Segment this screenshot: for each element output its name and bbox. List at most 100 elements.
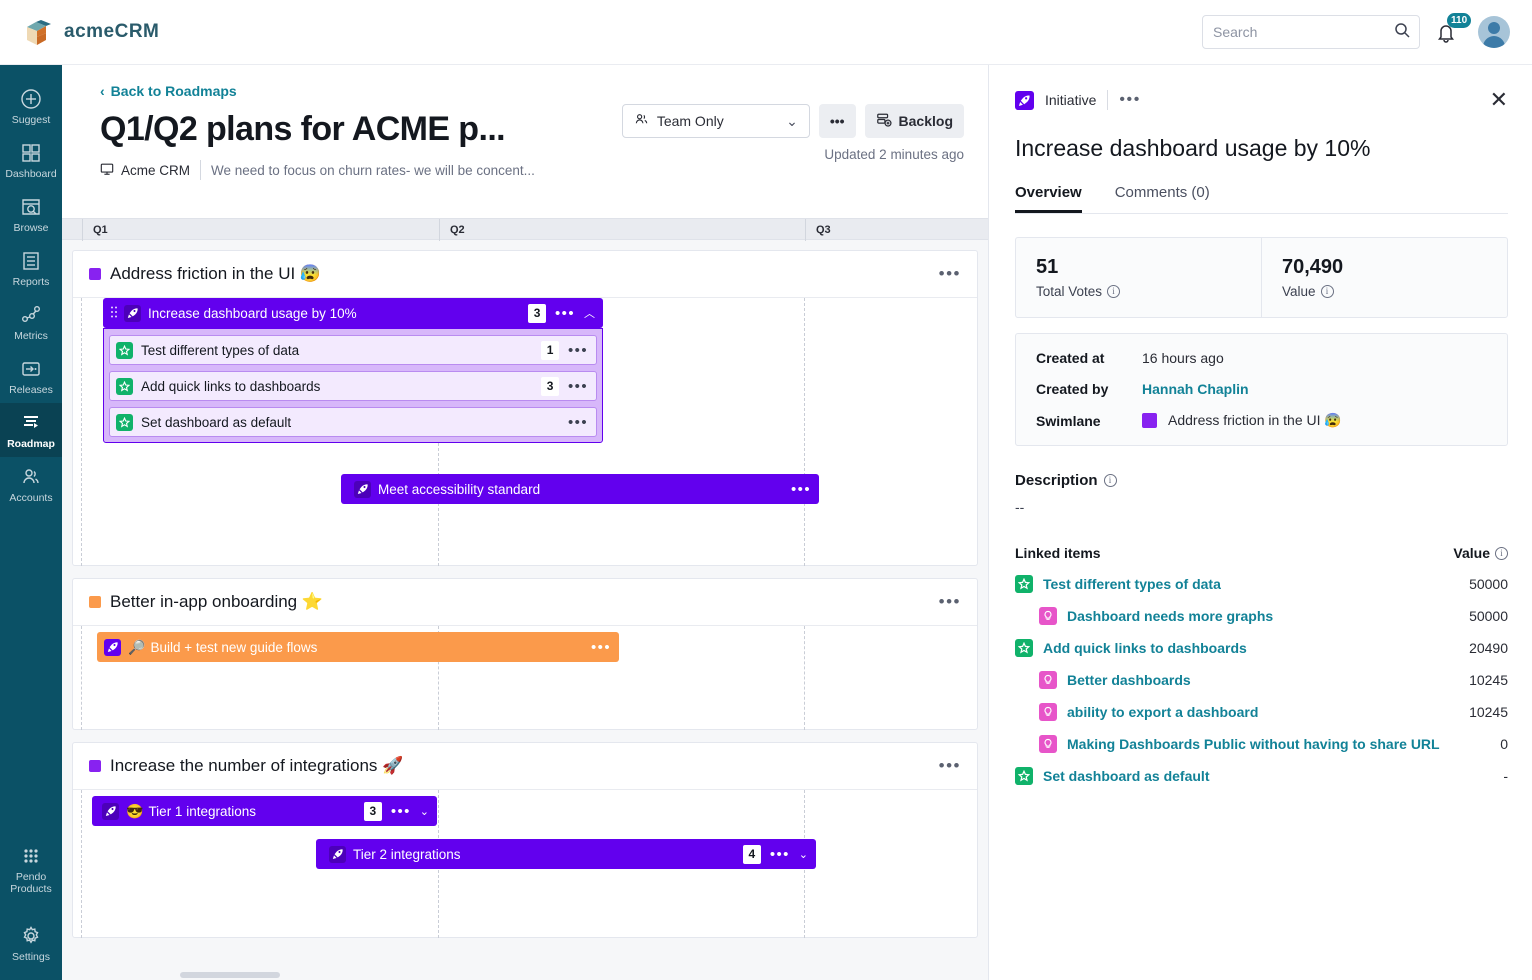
sidebar-item-dashboard[interactable]: Dashboard — [0, 133, 62, 187]
card-actions: 3 ••• ⌄ — [363, 801, 429, 821]
child-card-set-default[interactable]: Set dashboard as default ••• — [109, 407, 597, 437]
tab-overview[interactable]: Overview — [1015, 184, 1082, 213]
linked-item-row: ability to export a dashboard 10245 — [1015, 703, 1508, 721]
chevron-up-icon[interactable]: ︿ — [584, 305, 595, 321]
search-box[interactable] — [1202, 15, 1420, 49]
meta-row-created-at: Created at 16 hours ago — [1036, 350, 1487, 366]
panel-divider — [1107, 90, 1109, 110]
linked-item-name[interactable]: Dashboard needs more graphs — [1067, 608, 1273, 624]
star-icon — [116, 413, 133, 431]
sidebar-item-releases[interactable]: Releases — [0, 349, 62, 403]
sidebar-item-roadmap[interactable]: Roadmap — [0, 403, 62, 457]
card-more-icon[interactable]: ••• — [791, 481, 811, 498]
meta-value-swimlane: Address friction in the UI 😰 — [1142, 412, 1342, 429]
description-header: Description i — [1015, 472, 1508, 489]
back-to-roadmaps-link[interactable]: ‹ Back to Roadmaps — [100, 83, 237, 99]
backlog-button[interactable]: Backlog — [864, 104, 964, 138]
child-card-label: Add quick links to dashboards — [141, 378, 321, 394]
roadmap-description: We need to focus on churn rates- we will… — [211, 162, 535, 178]
sidebar-label: Roadmap — [7, 438, 55, 450]
roadmap-board: Address friction in the UI 😰 ••• Test di… — [62, 240, 988, 980]
linked-item-name[interactable]: Making Dashboards Public without having … — [1067, 736, 1440, 752]
sidebar-item-browse[interactable]: Browse — [0, 187, 62, 241]
info-icon[interactable]: i — [1107, 285, 1121, 298]
meta-value: 16 hours ago — [1142, 350, 1224, 366]
linked-item-name[interactable]: Test different types of data — [1043, 576, 1221, 592]
initiative-card-tier-2-integrations[interactable]: Tier 2 integrations 4 ••• ⌄ — [316, 839, 816, 869]
product-name: Acme CRM — [121, 162, 191, 178]
sidebar-item-accounts[interactable]: Accounts — [0, 457, 62, 511]
info-icon[interactable]: i — [1495, 546, 1508, 560]
drag-handle-icon[interactable] — [110, 305, 120, 322]
chevron-left-icon: ‹ — [100, 83, 105, 99]
sidebar-item-metrics[interactable]: Metrics — [0, 295, 62, 349]
stat-label: Value — [1282, 284, 1316, 299]
sidebar-item-reports[interactable]: Reports — [0, 241, 62, 295]
horizontal-scrollbar[interactable] — [180, 972, 280, 978]
linked-item-name[interactable]: Better dashboards — [1067, 672, 1191, 688]
monitor-icon — [100, 162, 114, 179]
card-more-icon[interactable]: ••• — [391, 803, 411, 820]
panel-more-icon[interactable]: ••• — [1119, 91, 1141, 109]
visibility-select[interactable]: Team Only ⌄ — [621, 104, 810, 138]
updated-timestamp: Updated 2 minutes ago — [824, 147, 964, 162]
linked-item-name[interactable]: ability to export a dashboard — [1067, 704, 1258, 720]
initiative-card-build-test-guide-flows[interactable]: 🔎 Build + test new guide flows ••• — [97, 632, 619, 662]
card-more-icon[interactable]: ••• — [555, 305, 575, 322]
card-label: Tier 2 integrations — [353, 846, 461, 862]
card-count-badge: 3 — [528, 303, 547, 323]
notifications-bell[interactable]: 110 — [1436, 13, 1472, 47]
gridline-q1 — [81, 298, 82, 566]
header-control-group: Team Only ⌄ ••• Backlog — [621, 104, 964, 138]
child-more-icon[interactable]: ••• — [568, 378, 588, 395]
linked-items-label: Linked items — [1015, 545, 1101, 561]
linked-item-value: 10245 — [1469, 672, 1508, 688]
people-small-icon — [634, 112, 649, 130]
subline-divider — [200, 160, 202, 180]
info-icon[interactable]: i — [1320, 285, 1334, 298]
sidebar-item-suggest[interactable]: Suggest — [0, 79, 62, 133]
linked-item-row: Test different types of data 50000 — [1015, 575, 1508, 593]
meta-row-swimlane: Swimlane Address friction in the UI 😰 — [1036, 412, 1487, 429]
child-more-icon[interactable]: ••• — [568, 414, 588, 431]
search-input[interactable] — [1213, 24, 1394, 40]
brand-logo[interactable]: acmeCRM — [22, 15, 159, 49]
card-more-icon[interactable]: ••• — [591, 639, 611, 656]
linked-item-name[interactable]: Set dashboard as default — [1043, 768, 1209, 784]
info-icon[interactable]: i — [1103, 474, 1117, 487]
child-card-test-data[interactable]: Test different types of data 1 ••• — [109, 335, 597, 365]
child-more-icon[interactable]: ••• — [568, 342, 588, 359]
initiative-card-increase-dashboard-usage[interactable]: Increase dashboard usage by 10% 3 ••• ︿ — [103, 298, 603, 328]
sidebar-item-pendo-products[interactable]: Pendo Products — [0, 836, 62, 902]
child-card-quick-links[interactable]: Add quick links to dashboards 3 ••• — [109, 371, 597, 401]
linked-item-name[interactable]: Add quick links to dashboards — [1043, 640, 1247, 656]
swimlane-more-icon[interactable]: ••• — [939, 264, 961, 284]
meta-key: Created by — [1036, 381, 1109, 397]
roadmap-icon — [20, 412, 42, 434]
child-card-label: Set dashboard as default — [141, 414, 292, 430]
sidebar-label: Reports — [12, 276, 50, 288]
close-icon[interactable]: ✕ — [1490, 89, 1508, 111]
linked-item-value: - — [1503, 768, 1508, 784]
chevron-down-icon[interactable]: ⌄ — [420, 805, 429, 818]
initiative-card-meet-accessibility-standard[interactable]: Meet accessibility standard ••• — [341, 474, 819, 504]
card-label: Tier 1 integrations — [148, 803, 256, 819]
linked-item-value: 10245 — [1469, 704, 1508, 720]
created-by-link[interactable]: Hannah Chaplin — [1142, 381, 1249, 397]
document-lines-icon — [20, 250, 42, 272]
search-icon[interactable] — [1394, 22, 1410, 43]
chevron-down-icon[interactable]: ⌄ — [799, 848, 808, 861]
roadmap-more-button[interactable]: ••• — [818, 104, 856, 138]
swimlane-more-icon[interactable]: ••• — [939, 592, 961, 612]
swimlane-color-swatch — [1142, 413, 1157, 428]
rocket-icon — [124, 304, 141, 322]
sidebar-item-settings[interactable]: Settings — [0, 916, 62, 970]
card-actions: ••• — [591, 639, 611, 656]
initiative-card-tier-1-integrations[interactable]: 😎 Tier 1 integrations 3 ••• ⌄ — [92, 796, 437, 826]
swimlane-more-icon[interactable]: ••• — [939, 756, 961, 776]
tab-comments[interactable]: Comments (0) — [1115, 184, 1210, 213]
roadmap-main-area: ‹ Back to Roadmaps Q1/Q2 plans for ACME … — [62, 65, 988, 980]
user-avatar[interactable] — [1478, 16, 1510, 48]
lightbulb-icon — [1039, 671, 1057, 689]
card-more-icon[interactable]: ••• — [770, 846, 790, 863]
